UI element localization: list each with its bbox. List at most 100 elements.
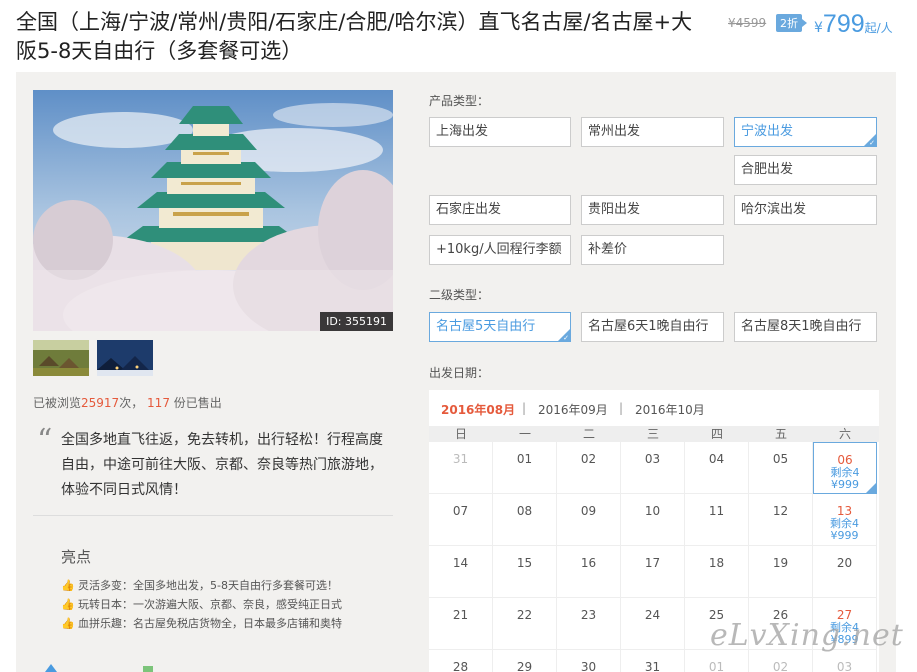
calendar-day: 28 [429,650,493,672]
calendar-day: 23 [557,598,621,650]
thumbnail-1[interactable] [33,340,89,376]
calendar-day: 10 [621,494,685,546]
month-tabs: 2016年08月 | 2016年09月 | 2016年10月 [429,390,879,426]
day-number: 02 [580,452,597,466]
product-type-label: 产品类型： [429,94,490,108]
option-hefei[interactable]: 合肥出发 [734,155,877,185]
day-number: 10 [644,504,661,518]
calendar-day: 03 [813,650,877,672]
option-nagoya-8day[interactable]: 名古屋8天1晚自由行 [734,312,877,342]
highlights-title: 亮点 [61,548,92,566]
current-price: ¥799起/人 [814,10,893,39]
option-nagoya-5day[interactable]: 名古屋5天自由行 [429,312,571,343]
calendar-day: 01 [493,442,557,494]
calendar-day: 18 [685,546,749,598]
day-number: 02 [772,660,789,672]
weekday-label: 五 [774,427,787,441]
calendar-day: 24 [621,598,685,650]
original-price: ¥4599 [728,16,767,30]
calendar-day: 01 [685,650,749,672]
calendar-day: 05 [749,442,813,494]
summary-quote: “ 全国多地直飞往返，免去转机，出行轻松！行程高度自由，中途可前往大阪、京都、奈… [33,423,393,516]
calendar-day: 22 [493,598,557,650]
day-number: 24 [644,608,661,622]
tab-month-oct[interactable]: 2016年10月 [635,401,705,418]
weekday-label: 四 [710,427,723,441]
quote-icon: “ [37,423,53,458]
day-number: 04 [708,452,725,466]
sales-stats: 已被浏览25917次， 117 份已售出 [33,394,222,411]
calendar-day: 30 [557,650,621,672]
calendar-day: 07 [429,494,493,546]
calendar-day: 29 [493,650,557,672]
highlight-text: 玩转日本：一次游遍大阪、京都、奈良，感受纯正日式 [78,598,342,611]
main-photo[interactable]: ID: 355191 [33,90,393,331]
calendar-day: 31 [429,442,493,494]
day-number: 21 [452,608,469,622]
calendar-day: 02 [749,650,813,672]
highlight-text: 血拼乐趣：名古屋免税店货物全，日本最多店铺和奥特 [78,617,342,630]
watermark: eLvXing.net [710,618,904,653]
calendar-day: 03 [621,442,685,494]
calendar-day: 09 [557,494,621,546]
day-number: 05 [772,452,789,466]
option-shijiazhuang[interactable]: 石家庄出发 [429,195,571,225]
calendar-day: 19 [749,546,813,598]
weekday-label: 三 [646,427,659,441]
day-number: 22 [516,608,533,622]
day-number: 01 [516,452,533,466]
calendar-day-available[interactable]: 06 剩余4 ¥999 [813,442,877,494]
month-separator: | [619,401,624,415]
day-number: 01 [708,660,725,672]
highlights-list: 👍 灵活多变：全国多地出发，5-8天自由行多套餐可选！ 👍 玩转日本：一次游遍大阪、… [61,576,342,633]
calendar-day: 04 [685,442,749,494]
calendar-day: 17 [621,546,685,598]
day-number: 11 [708,504,725,518]
calendar-day: 14 [429,546,493,598]
day-number: 08 [516,504,533,518]
tab-month-sep[interactable]: 2016年09月 [538,401,608,418]
option-extra-luggage[interactable]: +10kg/人回程行李额 [429,235,571,265]
option-ningbo[interactable]: 宁波出发 [734,117,877,148]
day-number: 09 [580,504,597,518]
day-number: 07 [452,504,469,518]
day-number: 23 [580,608,597,622]
calendar-day: 08 [493,494,557,546]
calendar-day-available[interactable]: 13 剩余4 ¥999 [813,494,877,546]
day-number: 03 [644,452,661,466]
departure-date-label: 出发日期： [429,366,490,380]
highlight-item: 👍 血拼乐趣：名古屋免税店货物全，日本最多店铺和奥特 [61,614,342,633]
weekday-label: 日 [454,427,467,441]
day-number: 31 [452,452,469,466]
day-number: 29 [516,660,533,672]
option-guiyang[interactable]: 贵阳出发 [581,195,724,225]
day-number: 30 [580,660,597,672]
day-number: 16 [580,556,597,570]
option-nagoya-6day[interactable]: 名古屋6天1晚自由行 [581,312,724,342]
day-number: 06 [837,453,853,467]
calendar-day: 21 [429,598,493,650]
price-value: 799 [822,10,865,38]
day-number: 14 [452,556,469,570]
option-changzhou[interactable]: 常州出发 [581,117,724,147]
weekday-header: 日一二三四五六 [429,426,879,442]
calendar-day: 15 [493,546,557,598]
view-count: 25917 [81,396,120,410]
day-number: 28 [452,660,469,672]
price-symbol: ¥ [814,20,823,36]
thumbs-up-icon: 👍 [61,617,75,630]
highlight-item: 👍 灵活多变：全国多地出发，5-8天自由行多套餐可选！ [61,576,342,595]
month-separator: | [522,401,527,415]
option-harbin[interactable]: 哈尔滨出发 [734,195,877,225]
option-shanghai[interactable]: 上海出发 [429,117,571,147]
day-number: 19 [772,556,789,570]
calendar-day: 31 [621,650,685,672]
page-title: 全国（上海/宁波/常州/贵阳/石家庄/合肥/哈尔滨）直飞名古屋/名古屋+大阪5-… [16,10,693,63]
tab-month-aug[interactable]: 2016年08月 [441,401,515,418]
sub-type-label: 二级类型： [429,288,490,302]
thumbnail-2[interactable] [97,340,153,376]
day-price: ¥999 [831,478,859,491]
option-price-difference[interactable]: 补差价 [581,235,724,265]
thumbs-up-icon: 👍 [61,598,75,611]
calendar-day: 11 [685,494,749,546]
